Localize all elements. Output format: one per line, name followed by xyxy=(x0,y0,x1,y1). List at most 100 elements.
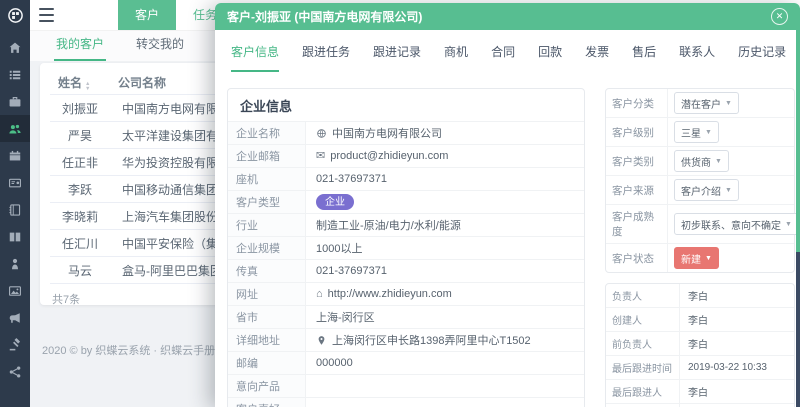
meta-value: 李白 xyxy=(688,316,708,327)
home-icon: ⌂ xyxy=(316,287,323,300)
field-value xyxy=(306,375,584,397)
select-value: 初步联系、意向不确定 xyxy=(681,220,781,232)
detail-tab-9[interactable]: 历史记录 xyxy=(738,43,786,72)
chevron-down-icon: ▼ xyxy=(705,254,712,262)
detail-tab-3[interactable]: 商机 xyxy=(444,43,468,72)
meta-row: 最后跟进时间 2019-03-22 10:33 xyxy=(606,355,794,379)
field-value: 021-37697371 xyxy=(306,168,584,190)
field-row: 客户类型 企业 xyxy=(228,190,584,213)
field-value: 上海闵行区申长路1398弄阿里中心T1502 xyxy=(306,329,584,351)
cell-name[interactable]: 严昊 xyxy=(50,121,110,149)
field-value: 制造工业-原油/电力/水利/能源 xyxy=(306,214,584,236)
customer-type-badge: 企业 xyxy=(316,194,354,210)
select-row: 客户状态 新建 ▼ xyxy=(606,243,794,272)
column-header-name[interactable]: 姓名 ▲ ▼ xyxy=(50,71,110,95)
field-label: 传真 xyxy=(228,260,306,282)
select-label: 客户级别 xyxy=(606,118,668,146)
detail-tab-6[interactable]: 发票 xyxy=(585,43,609,72)
select-label: 客户类别 xyxy=(606,147,668,175)
meta-label: 前负责人 xyxy=(606,332,680,355)
select-0[interactable]: 潜在客户 ▼ xyxy=(674,92,739,114)
cell-name[interactable]: 马云 xyxy=(50,256,110,284)
detail-tab-4[interactable]: 合同 xyxy=(491,43,515,72)
modal-scrollbar xyxy=(796,30,800,407)
modal-tab-bar: 客户信息跟进任务跟进记录商机合同回款发票售后联系人历史记录 ✎编辑 删除 xyxy=(215,30,800,85)
field-value-text: 中国南方电网有限公司 xyxy=(332,128,442,140)
users-icon[interactable] xyxy=(0,115,30,142)
modal-body: 企业信息 企业名称 中国南方电网有限公司 企业邮箱 ✉ product@zhidieyu… xyxy=(215,85,800,407)
detail-tab-5[interactable]: 回款 xyxy=(538,43,562,72)
chevron-down-icon: ▼ xyxy=(715,157,722,165)
field-value-text: 000000 xyxy=(316,357,353,369)
detail-tab-1[interactable]: 跟进任务 xyxy=(302,43,350,72)
field-label: 企业名称 xyxy=(228,122,306,144)
field-value xyxy=(306,398,584,407)
close-icon[interactable]: ✕ xyxy=(771,8,788,25)
app-window: 客户任务 我的客户转交我的我转交的分享我的 姓名▲▼ 公司名称 刘振亚中国南方电… xyxy=(0,0,800,407)
field-label: 省市 xyxy=(228,306,306,328)
modal-title: 客户-刘振亚 (中国南方电网有限公司) xyxy=(227,10,423,24)
detail-tab-8[interactable]: 联系人 xyxy=(679,43,715,72)
detail-tab-2[interactable]: 跟进记录 xyxy=(373,43,421,72)
list-icon[interactable] xyxy=(0,61,30,88)
field-value: ⌂ http://www.zhidieyun.com xyxy=(306,283,584,305)
detail-tab-0[interactable]: 客户信息 xyxy=(231,43,280,72)
meta-label: 最后跟进人 xyxy=(606,380,680,403)
field-row: 客户喜好 xyxy=(228,397,584,407)
list-tab-1[interactable]: 转交我的 xyxy=(134,29,186,61)
share-icon[interactable] xyxy=(0,358,30,385)
cell-name[interactable]: 任正非 xyxy=(50,148,110,176)
select-1[interactable]: 三星 ▼ xyxy=(674,121,719,143)
meta-row: 创建人 李白 xyxy=(606,307,794,331)
field-label: 行业 xyxy=(228,214,306,236)
image-icon[interactable] xyxy=(0,277,30,304)
select-wrap: 潜在客户 ▼ xyxy=(668,89,794,117)
cell-name[interactable]: 李跃 xyxy=(50,175,110,203)
select-3[interactable]: 客户介绍 ▼ xyxy=(674,179,739,201)
select-row: 客户分类 潜在客户 ▼ xyxy=(606,89,794,117)
detail-tab-7[interactable]: 售后 xyxy=(632,43,656,72)
home-icon[interactable] xyxy=(0,34,30,61)
list-tab-0[interactable]: 我的客户 xyxy=(54,29,107,61)
hamburger-menu-icon[interactable] xyxy=(39,8,54,22)
scrollbar-thumb[interactable] xyxy=(796,30,800,252)
field-value-text: product@zhidieyun.com xyxy=(330,150,449,162)
select-label: 客户状态 xyxy=(606,244,668,272)
meta-row: 负责人 李白 xyxy=(606,284,794,307)
address-book-icon[interactable] xyxy=(0,196,30,223)
field-value-text: 上海闵行区申长路1398弄阿里中心T1502 xyxy=(332,335,531,347)
cell-name[interactable]: 刘振亚 xyxy=(50,94,110,122)
field-value-text: 制造工业-原油/电力/水利/能源 xyxy=(316,220,461,232)
nav-tab-0[interactable]: 客户 xyxy=(118,0,177,30)
calendar-icon[interactable] xyxy=(0,142,30,169)
briefcase-icon[interactable] xyxy=(0,88,30,115)
gavel-icon[interactable] xyxy=(0,331,30,358)
columns-icon[interactable] xyxy=(0,223,30,250)
meta-value: 2019-03-22 10:33 xyxy=(688,362,767,373)
cell-name[interactable]: 任汇川 xyxy=(50,229,110,257)
logo-icon[interactable] xyxy=(0,0,30,30)
sort-icon[interactable]: ▲ ▼ xyxy=(85,82,90,91)
field-row: 企业名称 中国南方电网有限公司 xyxy=(228,121,584,144)
id-card-icon[interactable] xyxy=(0,169,30,196)
select-value: 供货商 xyxy=(681,157,711,169)
field-value-text: 021-37697371 xyxy=(316,173,387,185)
customer-meta-box: 负责人 李白 创建人 李白 前负责人 李白最后跟进时间 2019-03-22 10:33 最后… xyxy=(605,283,795,407)
select-label: 客户成熟度 xyxy=(606,205,668,243)
select-wrap: 三星 ▼ xyxy=(668,118,794,146)
select-5[interactable]: 新建 ▼ xyxy=(674,247,719,269)
map-pin-icon xyxy=(316,335,327,346)
globe-icon xyxy=(316,128,327,139)
company-info-panel: 企业信息 企业名称 中国南方电网有限公司 企业邮箱 ✉ product@zhidieyu… xyxy=(227,88,585,407)
select-2[interactable]: 供货商 ▼ xyxy=(674,150,729,172)
select-4[interactable]: 初步联系、意向不确定 ▼ xyxy=(674,213,799,235)
modal-tabs: 客户信息 跟进任务 跟进记录 商机 合同 回款 发票 售后 联系人 历史记录 xyxy=(231,43,800,72)
person-icon[interactable] xyxy=(0,250,30,277)
field-value: 021-37697371 xyxy=(306,260,584,282)
customer-detail-modal: 客户-刘振亚 (中国南方电网有限公司) ✕ 客户信息 跟进任务 跟进记录 商机 合同 回款… xyxy=(215,3,800,407)
field-row: 详细地址 上海闵行区申长路1398弄阿里中心T1502 xyxy=(228,328,584,351)
megaphone-icon[interactable] xyxy=(0,304,30,331)
field-row: 企业邮箱 ✉ product@zhidieyun.com xyxy=(228,144,584,167)
cell-name[interactable]: 李晓莉 xyxy=(50,202,110,230)
select-value: 客户介绍 xyxy=(681,186,721,198)
